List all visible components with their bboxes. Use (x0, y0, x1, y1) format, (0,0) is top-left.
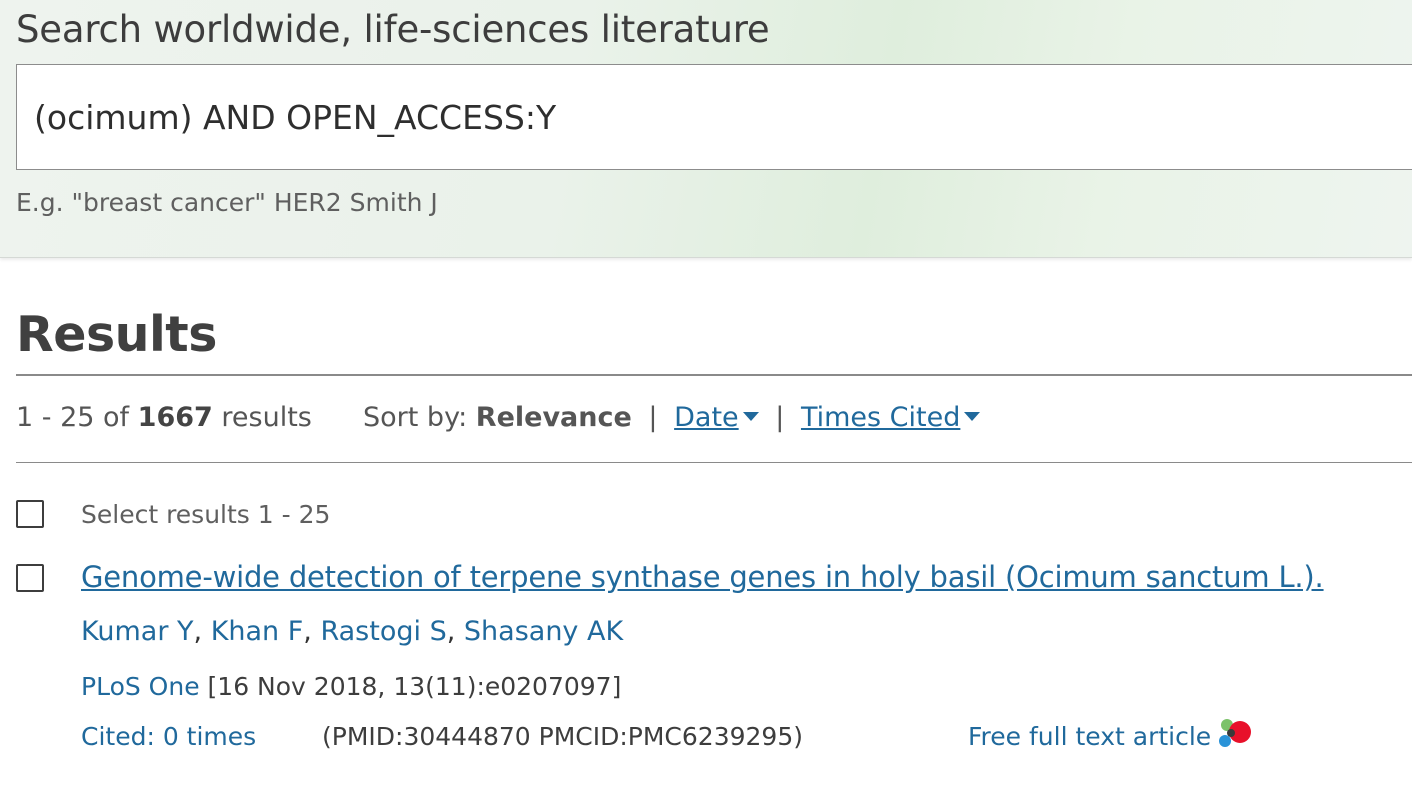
cited-by-link[interactable]: Cited: 0 times (81, 722, 256, 751)
search-panel: Search worldwide, life-sciences literatu… (0, 0, 1412, 258)
results-divider (16, 374, 1412, 376)
sort-separator: | (648, 402, 658, 433)
free-full-text-link[interactable]: Free full text article (968, 722, 1211, 751)
search-example-hint: E.g. "breast cancer" HER2 Smith J (16, 188, 438, 217)
result-citation: [16 Nov 2018, 13(11):e0207097] (207, 672, 622, 701)
caret-down-icon (742, 412, 759, 421)
results-count: 1 - 25 of 1667 results (16, 402, 312, 442)
select-all-label: Select results 1 - 25 (81, 500, 331, 529)
result-title-link[interactable]: Genome-wide detection of terpene synthas… (81, 560, 1324, 594)
result-checkbox[interactable] (16, 564, 44, 592)
sort-current-relevance: Relevance (475, 402, 632, 433)
search-heading: Search worldwide, life-sciences literatu… (16, 8, 770, 51)
author-link[interactable]: Shasany AK (464, 616, 623, 647)
sort-divider (16, 462, 1412, 463)
sort-bar: Sort by: Relevance | Date | Times Cited (363, 402, 981, 433)
author-link[interactable]: Kumar Y (81, 616, 194, 647)
sort-option-times-cited[interactable]: Times Cited (801, 402, 981, 433)
results-total-suffix: results (221, 402, 312, 433)
results-total: 1667 (137, 402, 213, 433)
author-link[interactable]: Rastogi S (320, 616, 446, 647)
search-input[interactable] (16, 64, 1412, 170)
results-title: Results (16, 306, 217, 363)
journal-link[interactable]: PLoS One (81, 672, 200, 701)
result-authors: Kumar Y, Khan F, Rastogi S, Shasany AK (81, 616, 624, 647)
author-link[interactable]: Khan F (211, 616, 304, 647)
open-access-icon (1219, 719, 1251, 747)
select-all-checkbox[interactable] (16, 500, 44, 528)
results-range: 1 - 25 of (16, 402, 130, 433)
sort-option-date[interactable]: Date (674, 402, 759, 433)
sort-separator: | (775, 402, 785, 433)
caret-down-icon (964, 412, 981, 421)
result-journal-line: PLoS One [16 Nov 2018, 13(11):e0207097] (81, 672, 621, 701)
result-identifiers: (PMID:30444870 PMCID:PMC6239295) (322, 722, 803, 751)
sort-label: Sort by: (363, 402, 468, 433)
